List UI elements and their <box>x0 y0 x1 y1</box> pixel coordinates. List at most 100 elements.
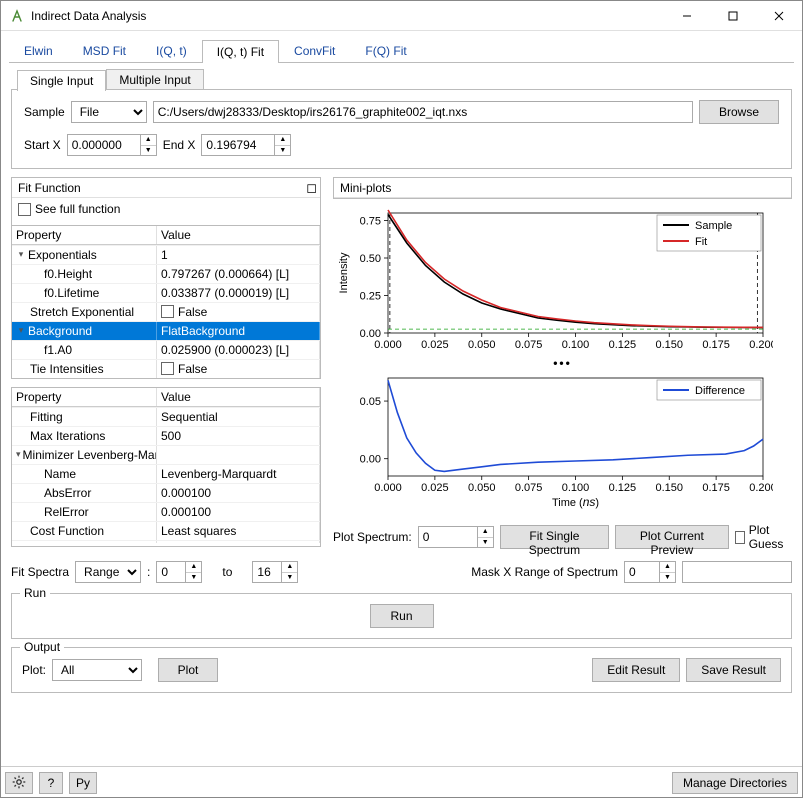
window-minimize[interactable] <box>664 1 710 31</box>
property-value: False <box>178 305 207 319</box>
sample-source-select[interactable]: File <box>71 101 147 123</box>
svg-text:0.075: 0.075 <box>515 482 543 494</box>
fitfunc-row[interactable]: Stretch Exponential False <box>12 302 320 321</box>
caret-icon[interactable]: ▾ <box>16 449 21 460</box>
window-close[interactable] <box>756 1 802 31</box>
svg-text:0.150: 0.150 <box>655 339 683 351</box>
fit-spectra-to-input[interactable] <box>253 562 281 582</box>
fitfunc-row[interactable]: ▾Exponentials1 <box>12 245 320 264</box>
browse-button[interactable]: Browse <box>699 100 779 124</box>
mask-up[interactable]: ▲ <box>660 562 675 573</box>
fitset-row[interactable]: NameLevenberg-Marquardt <box>12 464 320 483</box>
from-up[interactable]: ▲ <box>186 562 201 573</box>
svg-text:Sample: Sample <box>695 220 732 232</box>
fit-spectra-from-spin[interactable]: ▲▼ <box>156 561 202 583</box>
tab-convfit[interactable]: ConvFit <box>279 39 350 62</box>
plot-separator-dots: ••• <box>333 356 792 370</box>
fitset-row[interactable]: Cost FunctionLeast squares <box>12 521 320 540</box>
see-full-function-label: See full function <box>35 202 120 216</box>
help-button[interactable]: ? <box>39 772 63 794</box>
save-result-button[interactable]: Save Result <box>686 658 781 682</box>
tab-iqt-fit[interactable]: I(Q, t) Fit <box>202 40 279 63</box>
startx-step-down[interactable]: ▼ <box>141 146 156 156</box>
output-plot-label: Plot: <box>22 663 46 677</box>
endx-step-down[interactable]: ▼ <box>275 146 290 156</box>
tab-msd-fit[interactable]: MSD Fit <box>68 39 141 62</box>
endx-input[interactable] <box>202 135 274 155</box>
tab-iqt[interactable]: I(Q, t) <box>141 39 202 62</box>
manage-directories-button[interactable]: Manage Directories <box>672 772 798 794</box>
startx-spin[interactable]: ▲▼ <box>67 134 157 156</box>
fitfunc-row[interactable]: f1.A00.025900 (0.000023) [L] <box>12 340 320 359</box>
fit-spectra-mode-select[interactable]: Range <box>75 561 141 583</box>
from-down[interactable]: ▼ <box>186 573 201 583</box>
output-plot-select[interactable]: All <box>52 659 142 681</box>
mask-range-input[interactable] <box>682 561 792 583</box>
fitset-row[interactable]: Evaluate Function AsCentrePoint <box>12 540 320 543</box>
mini-plot-bottom: 0.0000.0250.0500.0750.1000.1250.1500.175… <box>333 370 792 513</box>
plot-spectrum-up[interactable]: ▲ <box>478 527 493 538</box>
settings-button[interactable] <box>5 772 33 794</box>
fit-single-spectrum-button[interactable]: Fit Single Spectrum <box>500 525 609 549</box>
startx-input[interactable] <box>68 135 140 155</box>
fitfunc-row[interactable]: f0.Lifetime0.033877 (0.000019) [L] <box>12 283 320 302</box>
see-full-function-checkbox[interactable]: See full function <box>18 202 120 216</box>
mini-plots-title: Mini-plots <box>340 181 391 195</box>
endx-spin[interactable]: ▲▼ <box>201 134 291 156</box>
property-value: False <box>178 362 207 376</box>
edit-result-button[interactable]: Edit Result <box>592 658 680 682</box>
input-tab-single[interactable]: Single Input <box>17 70 106 91</box>
fitfunc-row[interactable]: f0.Height0.797267 (0.000664) [L] <box>12 264 320 283</box>
fitfunc-row[interactable]: ▾BackgroundFlatBackground <box>12 321 320 340</box>
plot-guess-label: Plot Guess <box>749 523 792 551</box>
fit-spectra-from-input[interactable] <box>157 562 185 582</box>
caret-icon[interactable]: ▾ <box>16 325 26 336</box>
plot-spectrum-down[interactable]: ▼ <box>478 538 493 548</box>
mask-label: Mask X Range of Spectrum <box>471 565 618 579</box>
checkbox-icon[interactable] <box>161 362 174 375</box>
endx-step-up[interactable]: ▲ <box>275 135 290 146</box>
python-button[interactable]: Py <box>69 772 97 794</box>
fitfunc-col-value[interactable]: Value <box>157 226 320 244</box>
fitset-row[interactable]: AbsError0.000100 <box>12 483 320 502</box>
caret-icon[interactable]: ▾ <box>16 249 26 260</box>
run-button[interactable]: Run <box>370 604 434 628</box>
mask-spectrum-spin[interactable]: ▲▼ <box>624 561 676 583</box>
window-maximize[interactable] <box>710 1 756 31</box>
plot-current-preview-button[interactable]: Plot Current Preview <box>615 525 728 549</box>
property-label: f0.Lifetime <box>16 286 99 300</box>
fitset-row[interactable]: ▾Minimizer Levenberg-Marquardt <box>12 445 320 464</box>
svg-text:0.75: 0.75 <box>360 216 381 228</box>
fitset-row[interactable]: FittingSequential <box>12 407 320 426</box>
tab-fq-fit[interactable]: F(Q) Fit <box>350 39 421 62</box>
input-tab-multiple[interactable]: Multiple Input <box>106 69 203 90</box>
window-title: Indirect Data Analysis <box>31 9 664 23</box>
fit-spectra-to-spin[interactable]: ▲▼ <box>252 561 298 583</box>
property-label: Cost Function <box>16 524 104 538</box>
fitfunc-row[interactable]: Tie IntensitiesFalse <box>12 359 320 378</box>
fit-function-title: Fit Function <box>18 181 81 195</box>
output-plot-button[interactable]: Plot <box>158 658 218 682</box>
svg-text:0.100: 0.100 <box>562 482 590 494</box>
plot-spectrum-spin[interactable]: ▲▼ <box>418 526 494 548</box>
plot-spectrum-input[interactable] <box>419 527 477 547</box>
fit-function-popout-icon[interactable]: ◻ <box>306 180 317 196</box>
svg-text:0.075: 0.075 <box>515 339 543 351</box>
tab-elwin[interactable]: Elwin <box>9 39 68 62</box>
mask-spectrum-input[interactable] <box>625 562 659 582</box>
to-down[interactable]: ▼ <box>282 573 297 583</box>
fitset-row[interactable]: Max Iterations500 <box>12 426 320 445</box>
fit-spectra-to-label: to <box>222 565 232 579</box>
checkbox-icon[interactable] <box>161 305 174 318</box>
startx-step-up[interactable]: ▲ <box>141 135 156 146</box>
plot-guess-checkbox[interactable]: Plot Guess <box>735 523 792 551</box>
property-label: Stretch Exponential <box>16 305 134 319</box>
fitset-col-property[interactable]: Property <box>12 388 157 406</box>
sample-path-input[interactable] <box>153 101 693 123</box>
to-up[interactable]: ▲ <box>282 562 297 573</box>
mask-down[interactable]: ▼ <box>660 573 675 583</box>
fitfunc-col-property[interactable]: Property <box>12 226 157 244</box>
fitset-row[interactable]: RelError0.000100 <box>12 502 320 521</box>
plot-spectrum-label: Plot Spectrum: <box>333 530 412 544</box>
fitset-col-value[interactable]: Value <box>157 388 320 406</box>
